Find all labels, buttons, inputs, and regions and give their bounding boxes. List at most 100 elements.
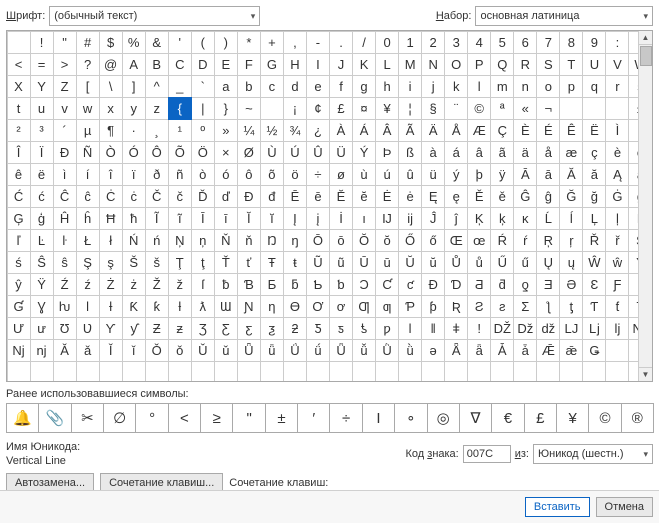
char-cell[interactable]: Ă: [559, 163, 583, 186]
char-cell[interactable]: ơ: [329, 295, 353, 318]
char-cell[interactable]: Ě: [467, 185, 491, 208]
char-cell[interactable]: ­: [559, 97, 583, 120]
scroll-thumb[interactable]: [640, 46, 652, 66]
char-cell[interactable]: @: [99, 53, 123, 76]
char-cell[interactable]: ü: [421, 163, 445, 186]
char-cell[interactable]: ĸ: [513, 207, 537, 230]
char-cell[interactable]: U: [582, 53, 606, 76]
char-cell[interactable]: ǉ: [605, 317, 629, 340]
char-cell[interactable]: ĉ: [76, 185, 100, 208]
char-cell[interactable]: Ơ: [306, 295, 330, 318]
char-cell[interactable]: đ: [260, 185, 284, 208]
char-cell[interactable]: L: [375, 53, 399, 76]
char-cell[interactable]: [329, 361, 353, 382]
char-cell[interactable]: p: [559, 75, 583, 98]
recent-cell[interactable]: ±: [265, 403, 298, 433]
char-cell[interactable]: Ò: [99, 141, 123, 164]
char-cell[interactable]: u: [30, 97, 54, 120]
char-cell[interactable]: [122, 361, 146, 382]
char-cell[interactable]: [605, 97, 629, 120]
char-cell[interactable]: Â: [375, 119, 399, 142]
char-cell[interactable]: m: [490, 75, 514, 98]
char-cell[interactable]: ƭ: [605, 295, 629, 318]
char-cell[interactable]: Ź: [53, 273, 77, 296]
cancel-button[interactable]: Отмена: [596, 497, 653, 517]
char-cell[interactable]: Ɣ: [30, 295, 54, 318]
char-cell[interactable]: ¡: [283, 97, 307, 120]
char-cell[interactable]: ä: [513, 141, 537, 164]
scrollbar[interactable]: ▲ ▼: [638, 31, 652, 381]
char-cell[interactable]: <: [7, 53, 31, 76]
char-cell[interactable]: ã: [490, 141, 514, 164]
char-cell[interactable]: [191, 361, 215, 382]
char-cell[interactable]: Ű: [490, 251, 514, 274]
char-cell[interactable]: Ñ: [76, 141, 100, 164]
char-cell[interactable]: Ð: [53, 141, 77, 164]
char-cell[interactable]: £: [329, 97, 353, 120]
char-cell[interactable]: Ƒ: [605, 273, 629, 296]
char-cell[interactable]: Ƥ: [398, 295, 422, 318]
char-cell[interactable]: Ć: [7, 185, 31, 208]
char-cell[interactable]: h: [375, 75, 399, 98]
char-cell[interactable]: [260, 97, 284, 120]
char-cell[interactable]: ǡ: [513, 339, 537, 362]
char-cell[interactable]: ƣ: [375, 295, 399, 318]
char-cell[interactable]: ǜ: [398, 339, 422, 362]
char-cell[interactable]: Ƽ: [306, 317, 330, 340]
char-cell[interactable]: ñ: [168, 163, 192, 186]
char-cell[interactable]: Ĳ: [375, 207, 399, 230]
char-cell[interactable]: C: [168, 53, 192, 76]
char-cell[interactable]: ģ: [30, 207, 54, 230]
char-cell[interactable]: 5: [490, 31, 514, 54]
char-cell[interactable]: Ǥ: [582, 339, 606, 362]
char-cell[interactable]: Ù: [260, 141, 284, 164]
char-cell[interactable]: l: [467, 75, 491, 98]
char-cell[interactable]: &: [145, 31, 169, 54]
char-cell[interactable]: ×: [214, 141, 238, 164]
char-cell[interactable]: [7, 31, 31, 54]
char-cell[interactable]: Ɩ: [76, 295, 100, 318]
char-cell[interactable]: Ǣ: [536, 339, 560, 362]
char-cell[interactable]: 0: [375, 31, 399, 54]
char-cell[interactable]: Ƹ: [214, 317, 238, 340]
char-cell[interactable]: Į: [283, 207, 307, 230]
char-cell[interactable]: ǀ: [398, 317, 422, 340]
char-cell[interactable]: Ƴ: [99, 317, 123, 340]
char-cell[interactable]: Ō: [306, 229, 330, 252]
char-cell[interactable]: ú: [375, 163, 399, 186]
char-cell[interactable]: [99, 361, 123, 382]
char-cell[interactable]: >: [53, 53, 77, 76]
char-cell[interactable]: Ż: [99, 273, 123, 296]
char-cell[interactable]: Ʃ: [513, 295, 537, 318]
char-cell[interactable]: Ø: [237, 141, 261, 164]
char-cell[interactable]: a: [214, 75, 238, 98]
char-cell[interactable]: ǎ: [76, 339, 100, 362]
char-cell[interactable]: ƿ: [375, 317, 399, 340]
char-cell[interactable]: ƶ: [168, 317, 192, 340]
char-cell[interactable]: [582, 361, 606, 382]
char-cell[interactable]: ǝ: [421, 339, 445, 362]
char-cell[interactable]: ĺ: [559, 207, 583, 230]
char-cell[interactable]: Ā: [513, 163, 537, 186]
char-cell[interactable]: (: [191, 31, 215, 54]
char-cell[interactable]: Ň: [214, 229, 238, 252]
char-cell[interactable]: Œ: [444, 229, 468, 252]
char-cell[interactable]: Ŕ: [490, 229, 514, 252]
char-cell[interactable]: Ǎ: [53, 339, 77, 362]
char-cell[interactable]: Ŝ: [30, 251, 54, 274]
char-cell[interactable]: ß: [398, 141, 422, 164]
char-cell[interactable]: Ì: [605, 119, 629, 142]
char-cell[interactable]: Ɲ: [237, 295, 261, 318]
char-cell[interactable]: ¦: [398, 97, 422, 120]
char-cell[interactable]: ǘ: [306, 339, 330, 362]
recent-cell[interactable]: 📎: [38, 403, 71, 433]
char-cell[interactable]: ƍ: [513, 273, 537, 296]
recent-cell[interactable]: ✂: [71, 403, 104, 433]
char-cell[interactable]: _: [168, 75, 192, 98]
char-cell[interactable]: R: [513, 53, 537, 76]
char-cell[interactable]: Ħ: [99, 207, 123, 230]
char-cell[interactable]: ż: [122, 273, 146, 296]
char-cell[interactable]: ǈ: [582, 317, 606, 340]
char-cell[interactable]: »: [214, 119, 238, 142]
char-cell[interactable]: 1: [398, 31, 422, 54]
